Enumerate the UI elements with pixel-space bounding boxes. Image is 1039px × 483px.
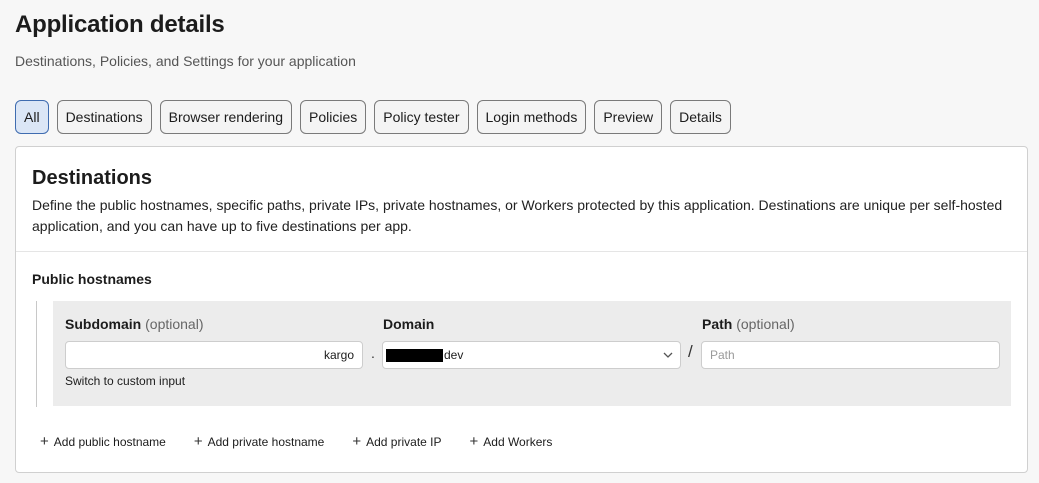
add-private-hostname-label: Add private hostname <box>207 434 325 449</box>
domain-label: Domain <box>383 316 435 332</box>
public-hostname-row: Subdomain (optional) Domain Path (option… <box>53 301 1011 406</box>
tab-browser-rendering[interactable]: Browser rendering <box>159 100 292 134</box>
public-hostnames-label: Public hostnames <box>32 271 152 287</box>
destinations-title: Destinations <box>32 167 153 189</box>
add-workers-button[interactable]: + Add Workers <box>470 434 553 449</box>
separator-dot: . <box>371 345 375 361</box>
switch-to-custom-input-link[interactable]: Switch to custom input <box>65 374 185 388</box>
subdomain-optional-text: (optional) <box>145 316 204 332</box>
plus-icon: + <box>40 433 49 450</box>
destinations-card: Destinations Define the public hostnames… <box>15 146 1028 473</box>
divider <box>16 251 1027 252</box>
tab-policies[interactable]: Policies <box>300 100 367 134</box>
redacted-block <box>386 348 443 362</box>
subdomain-input[interactable]: kargo <box>65 341 363 369</box>
subdomain-label: Subdomain (optional) <box>65 316 204 332</box>
add-public-hostname-label: Add public hostname <box>53 434 166 449</box>
plus-icon: + <box>469 433 479 450</box>
add-workers-label: Add Workers <box>483 434 553 449</box>
path-label-text: Path <box>702 316 733 332</box>
subdomain-label-text: Subdomain <box>65 316 142 332</box>
add-destination-actions: + Add public hostname + Add private host… <box>40 434 580 449</box>
path-label: Path (optional) <box>702 316 795 332</box>
add-private-ip-label: Add private IP <box>366 434 442 449</box>
plus-icon: + <box>193 433 203 450</box>
chevron-down-icon <box>663 352 673 358</box>
add-private-ip-button[interactable]: + Add private IP <box>352 434 441 449</box>
plus-icon: + <box>352 433 362 450</box>
page-subtitle: Destinations, Policies, and Settings for… <box>15 53 356 69</box>
separator-slash: / <box>688 342 693 361</box>
tab-all[interactable]: All <box>15 100 49 134</box>
path-optional-text: (optional) <box>736 316 795 332</box>
path-placeholder: Path <box>710 348 735 362</box>
domain-select[interactable]: dev <box>382 341 681 369</box>
tab-policy-tester[interactable]: Policy tester <box>374 100 469 134</box>
tab-destinations[interactable]: Destinations <box>56 100 152 134</box>
tab-details[interactable]: Details <box>670 100 731 134</box>
tab-login-methods[interactable]: Login methods <box>476 100 587 134</box>
path-input[interactable]: Path <box>701 341 1000 369</box>
tab-preview[interactable]: Preview <box>594 100 663 134</box>
tab-bar: All Destinations Browser rendering Polic… <box>15 100 731 134</box>
domain-value-suffix: dev <box>444 348 464 362</box>
add-public-hostname-button[interactable]: + Add public hostname <box>40 434 166 449</box>
destinations-description: Define the public hostnames, specific pa… <box>32 197 1003 234</box>
group-rule <box>36 301 37 407</box>
subdomain-value: kargo <box>323 348 354 362</box>
page-title: Application details <box>15 11 225 38</box>
add-private-hostname-button[interactable]: + Add private hostname <box>194 434 325 449</box>
